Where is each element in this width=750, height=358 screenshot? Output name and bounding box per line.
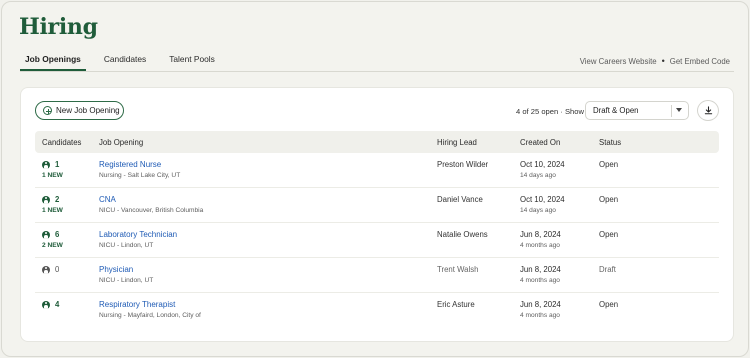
job-location: Nursing - Salt Lake City, UT — [99, 172, 181, 179]
candidate-number: 6 — [55, 230, 60, 239]
status-label: Open — [599, 195, 619, 204]
person-icon — [42, 265, 50, 274]
tab-divider — [20, 71, 734, 72]
new-job-opening-label: New Job Opening — [56, 106, 120, 115]
job-title-link[interactable]: Respiratory Therapist — [99, 300, 201, 309]
candidate-count[interactable]: 2 1 NEW — [42, 195, 63, 214]
created-date: Oct 10, 2024 — [520, 195, 565, 204]
openings-count: 4 of 25 open · Show — [516, 107, 584, 116]
job-title-link[interactable]: Physician — [99, 265, 153, 274]
hiring-lead: Eric Asture — [437, 300, 475, 309]
job-title-link[interactable]: Registered Nurse — [99, 160, 180, 169]
view-careers-link[interactable]: View Careers Website — [580, 57, 657, 66]
table-row[interactable]: 6 2 NEW Laboratory Technician NICU - Lin… — [35, 223, 719, 258]
created-ago: 4 months ago — [520, 312, 560, 319]
candidate-number: 1 — [55, 160, 60, 169]
created-ago: 4 months ago — [520, 242, 560, 249]
status-label: Open — [599, 300, 619, 309]
created-ago: 14 days ago — [520, 172, 556, 179]
candidate-number: 4 — [55, 300, 60, 309]
new-candidates-badge: 1 NEW — [42, 207, 63, 214]
candidate-number: 2 — [55, 195, 60, 204]
plus-circle-icon — [43, 106, 52, 115]
tab-candidates[interactable]: Candidates — [99, 51, 151, 71]
new-job-opening-button[interactable]: New Job Opening — [35, 101, 124, 120]
header-job-opening[interactable]: Job Opening — [99, 138, 143, 147]
status-label: Open — [599, 160, 619, 169]
tab-job-openings[interactable]: Job Openings — [20, 51, 86, 71]
link-separator: • — [661, 56, 665, 66]
chevron-down-icon — [676, 108, 682, 112]
person-icon — [42, 300, 50, 309]
candidate-count[interactable]: 6 2 NEW — [42, 230, 63, 249]
table-row[interactable]: 2 1 NEW CNA NICU - Vancouver, British Co… — [35, 188, 719, 223]
table-row[interactable]: 0 Physician NICU - Lindon, UT Trent Wals… — [35, 258, 719, 293]
page-title: Hiring — [19, 14, 98, 40]
job-location: NICU - Lindon, UT — [99, 242, 154, 249]
status-label: Draft — [599, 265, 616, 274]
table-row[interactable]: 1 1 NEW Registered Nurse Nursing - Salt … — [35, 153, 719, 188]
app-frame: Hiring Job Openings Candidates Talent Po… — [1, 1, 749, 357]
new-candidates-badge: 2 NEW — [42, 242, 63, 249]
table-row[interactable]: 4 Respiratory Therapist Nursing - Mayfai… — [35, 293, 719, 328]
tab-talent-pools[interactable]: Talent Pools — [164, 51, 220, 71]
job-title-link[interactable]: CNA — [99, 195, 203, 204]
hiring-lead: Natalie Owens — [437, 230, 488, 239]
job-location: Nursing - Mayfaird, London, City of — [99, 312, 201, 319]
status-label: Open — [599, 230, 619, 239]
header-status[interactable]: Status — [599, 138, 621, 147]
header-links: View Careers Website • Get Embed Code — [580, 56, 730, 66]
created-date: Oct 10, 2024 — [520, 160, 565, 169]
download-button[interactable] — [697, 100, 719, 121]
hiring-lead: Trent Walsh — [437, 265, 479, 274]
job-location: NICU - Lindon, UT — [99, 277, 154, 284]
table-header: Candidates Job Opening Hiring Lead Creat… — [35, 131, 719, 153]
status-filter-select[interactable]: Draft & Open — [585, 101, 689, 120]
created-date: Jun 8, 2024 — [520, 300, 561, 309]
header-candidates[interactable]: Candidates — [42, 138, 81, 147]
select-separator — [671, 105, 672, 117]
created-ago: 14 days ago — [520, 207, 556, 214]
header-created-on[interactable]: Created On — [520, 138, 560, 147]
tab-bar: Job Openings Candidates Talent Pools — [20, 51, 233, 71]
person-icon — [42, 195, 50, 204]
hiring-lead: Daniel Vance — [437, 195, 483, 204]
header-hiring-lead[interactable]: Hiring Lead — [437, 138, 477, 147]
job-openings-card: New Job Opening 4 of 25 open · Show Draf… — [20, 87, 734, 342]
job-location: NICU - Vancouver, British Columbia — [99, 207, 204, 214]
created-date: Jun 8, 2024 — [520, 265, 561, 274]
candidate-count[interactable]: 1 1 NEW — [42, 160, 63, 179]
candidate-number: 0 — [55, 265, 60, 274]
job-openings-table: 1 1 NEW Registered Nurse Nursing - Salt … — [35, 153, 719, 328]
created-ago: 4 months ago — [520, 277, 560, 284]
status-filter-value: Draft & Open — [593, 106, 639, 115]
download-icon — [704, 106, 712, 115]
hiring-lead: Preston Wilder — [437, 160, 489, 169]
job-title-link[interactable]: Laboratory Technician — [99, 230, 177, 239]
person-icon — [42, 230, 50, 239]
candidate-count[interactable]: 4 — [42, 300, 59, 309]
candidate-count[interactable]: 0 — [42, 265, 59, 274]
created-date: Jun 8, 2024 — [520, 230, 561, 239]
embed-code-link[interactable]: Get Embed Code — [670, 57, 730, 66]
new-candidates-badge: 1 NEW — [42, 172, 63, 179]
person-icon — [42, 160, 50, 169]
